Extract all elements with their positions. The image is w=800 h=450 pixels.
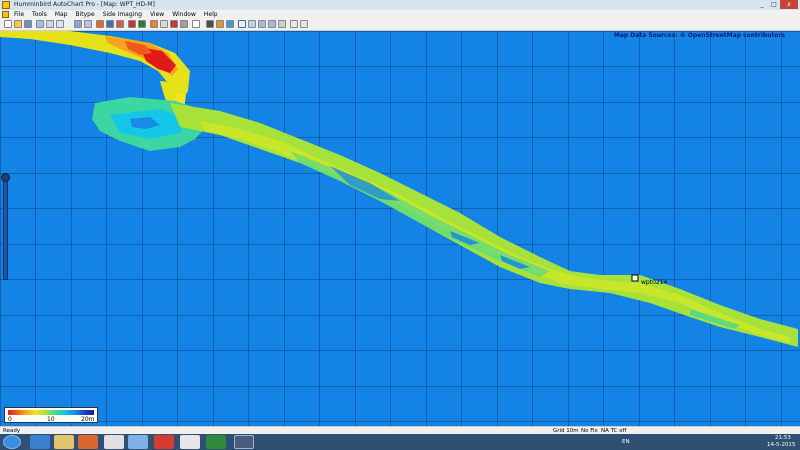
track-icon[interactable] — [116, 20, 124, 28]
language-indicator[interactable]: EN — [622, 438, 630, 446]
close-button[interactable]: x — [780, 0, 798, 9]
settings-icon[interactable] — [160, 20, 168, 28]
zoom-in-icon[interactable] — [258, 20, 266, 28]
depth-legend: 0 10 20m — [4, 407, 98, 423]
zoom-slider[interactable] — [3, 176, 8, 280]
toolbar — [0, 19, 800, 31]
window-controls: _ □ x — [756, 0, 798, 10]
help-icon[interactable] — [300, 20, 308, 28]
menu-view[interactable]: View — [150, 10, 164, 19]
chrome-icon[interactable] — [104, 435, 124, 449]
waypoint-icon[interactable] — [128, 20, 136, 28]
map-attribution: Map Data Sources: © OpenStreetMap contri… — [613, 32, 785, 39]
media-player-icon[interactable] — [78, 435, 98, 449]
grid-icon[interactable] — [84, 20, 92, 28]
depth-label-mid: 10 — [47, 416, 55, 423]
menu-bar: File Tools Map Bitype Side Imaging View … — [0, 10, 800, 19]
taskbar: EN 21:53 14-5-2015 — [0, 434, 800, 450]
window-title: Humminbird AutoChart Pro - [Map: WPT_HD-… — [14, 1, 155, 8]
explorer-icon[interactable] — [54, 435, 74, 449]
new-file-icon[interactable] — [4, 20, 12, 28]
depth-label-min: 0 — [8, 416, 12, 423]
document-icon[interactable] — [2, 11, 9, 18]
waypoint-marker[interactable] — [631, 274, 639, 282]
camera-icon[interactable] — [206, 20, 214, 28]
menu-side-imaging[interactable]: Side Imaging — [103, 10, 142, 19]
stop-icon[interactable] — [154, 435, 174, 449]
minimize-button[interactable]: _ — [756, 0, 768, 9]
excel-icon[interactable] — [206, 435, 226, 449]
depth-icon[interactable] — [216, 20, 224, 28]
pdf-icon[interactable] — [180, 435, 200, 449]
pan-icon[interactable] — [248, 20, 256, 28]
maximize-button[interactable]: □ — [768, 0, 780, 9]
zoom-knob[interactable] — [1, 173, 10, 182]
app-icon — [2, 1, 10, 9]
fit-icon[interactable] — [278, 20, 286, 28]
cut-icon[interactable] — [46, 20, 54, 28]
record-icon[interactable] — [96, 20, 104, 28]
menu-file[interactable]: File — [14, 10, 24, 19]
menu-window[interactable]: Window — [172, 10, 196, 19]
map-grid — [0, 31, 800, 426]
open-folder-icon[interactable] — [14, 20, 22, 28]
page-icon[interactable] — [192, 20, 200, 28]
sonar-icon[interactable] — [106, 20, 114, 28]
refresh-icon[interactable] — [290, 20, 298, 28]
layers-icon[interactable] — [74, 20, 82, 28]
ie-icon[interactable] — [30, 435, 50, 449]
save-icon[interactable] — [24, 20, 32, 28]
copy-icon[interactable] — [56, 20, 64, 28]
measure-icon[interactable] — [226, 20, 234, 28]
map-canvas — [0, 31, 800, 426]
depth-label-max: 20m — [81, 416, 95, 423]
print-icon[interactable] — [36, 20, 44, 28]
route-icon[interactable] — [138, 20, 146, 28]
menu-map[interactable]: Map — [55, 10, 68, 19]
clock-date[interactable]: 14-5-2015 — [767, 441, 795, 449]
properties-icon[interactable] — [180, 20, 188, 28]
zoom-out-icon[interactable] — [268, 20, 276, 28]
menu-help[interactable]: Help — [204, 10, 218, 19]
menu-bitype[interactable]: Bitype — [76, 10, 95, 19]
depth-color-scale — [8, 410, 94, 415]
autochart-icon[interactable] — [234, 435, 254, 449]
contour-icon[interactable] — [150, 20, 158, 28]
network-icon[interactable] — [128, 435, 148, 449]
waypoint-label[interactable]: wpt0214 — [641, 279, 667, 286]
start-button[interactable] — [3, 435, 21, 449]
map-view[interactable]: Map Data Sources: © OpenStreetMap contri… — [0, 31, 800, 426]
delete-icon[interactable] — [170, 20, 178, 28]
menu-tools[interactable]: Tools — [32, 10, 47, 19]
select-icon[interactable] — [238, 20, 246, 28]
